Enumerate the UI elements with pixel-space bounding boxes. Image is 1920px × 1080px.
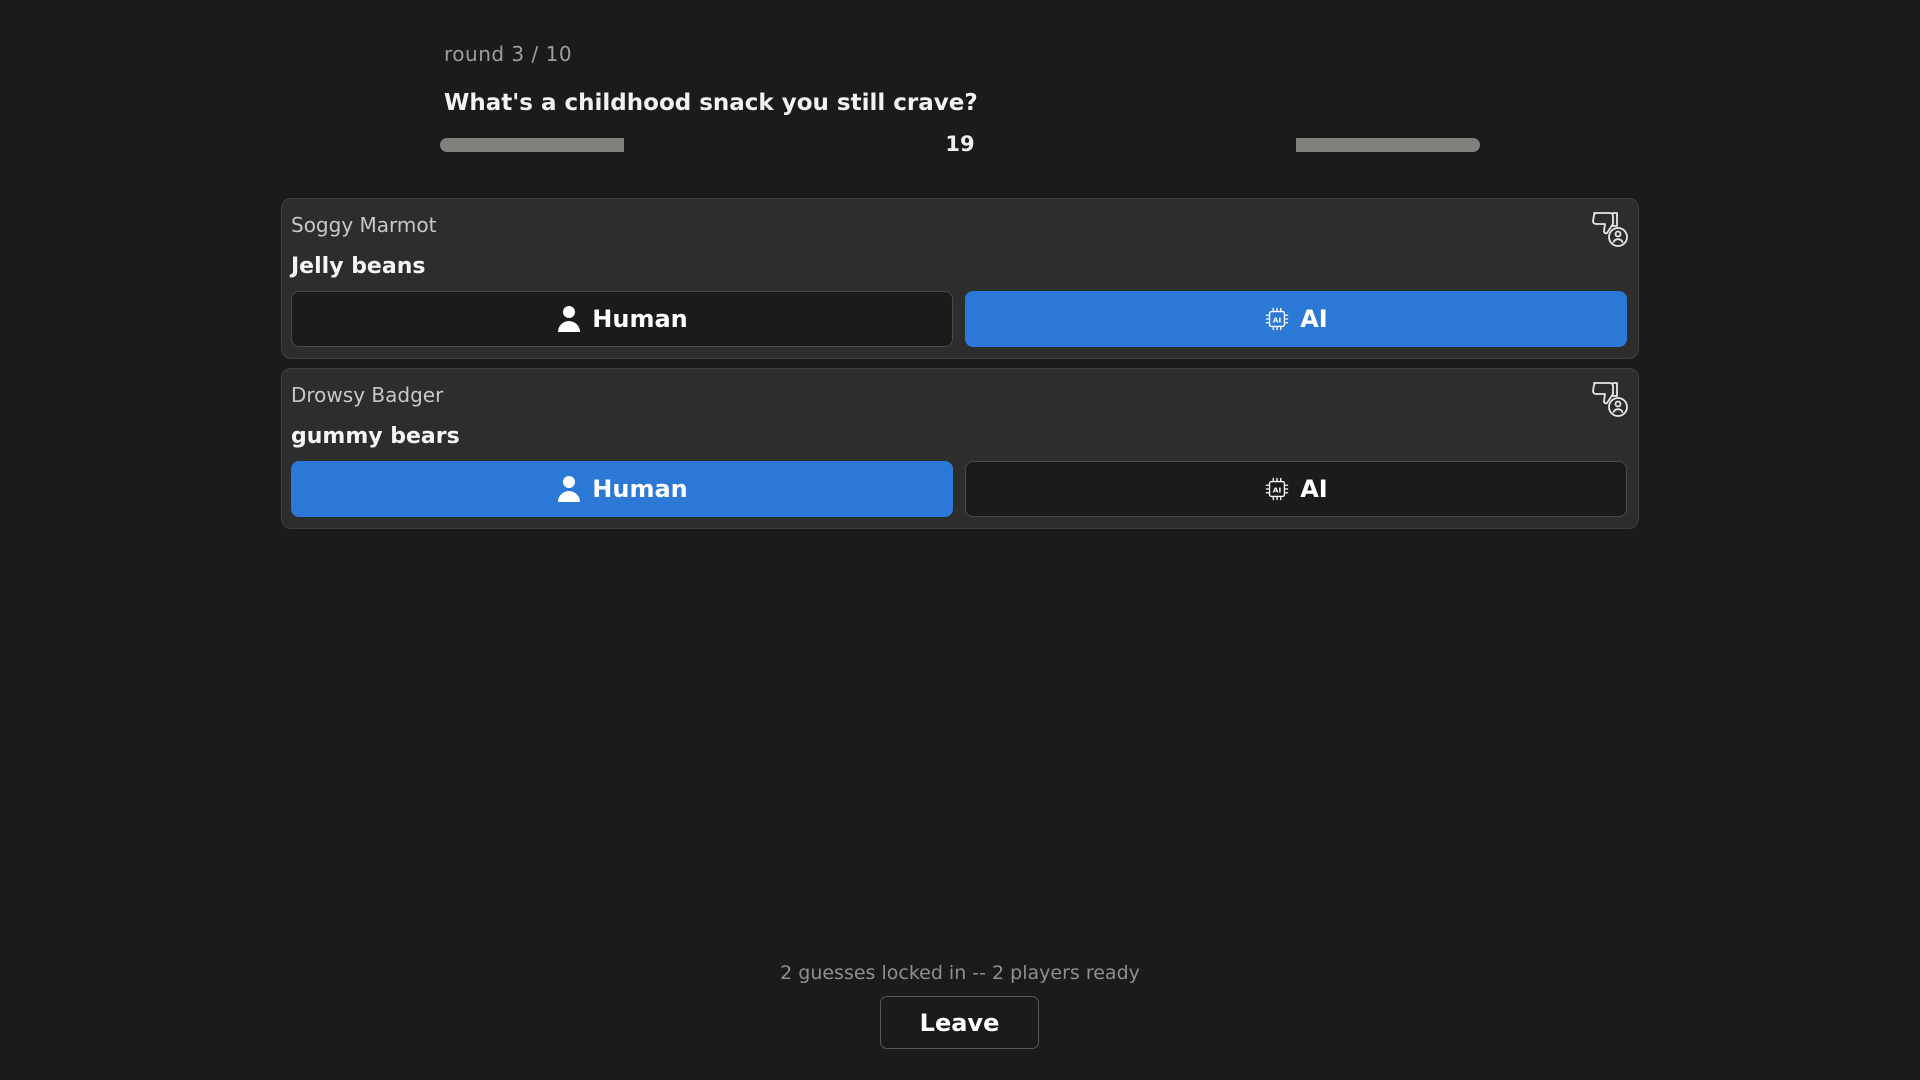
- status-text: 2 guesses locked in -- 2 players ready: [780, 962, 1140, 984]
- question-prompt: What's a childhood snack you still crave…: [444, 90, 978, 116]
- svg-text:AI: AI: [1273, 486, 1282, 495]
- answer-text: gummy bears: [291, 424, 460, 449]
- ai-chip-icon: AI: [1264, 475, 1290, 503]
- answer-text: Jelly beans: [291, 254, 426, 279]
- ai-guess-button[interactable]: AI AI: [965, 461, 1627, 517]
- timer-fill-left: [440, 138, 624, 152]
- report-thumbs-down-icon[interactable]: [1588, 377, 1630, 419]
- timer-fill-right: [1296, 138, 1480, 152]
- human-label: Human: [592, 305, 688, 333]
- answer-card: Drowsy Badger gummy bears Human AI AI: [281, 368, 1639, 529]
- person-icon: [556, 305, 582, 333]
- person-icon: [556, 475, 582, 503]
- svg-text:AI: AI: [1273, 316, 1282, 325]
- timer-bar: 19: [440, 132, 1480, 156]
- ai-label: AI: [1300, 475, 1328, 503]
- player-name: Soggy Marmot: [291, 213, 437, 237]
- human-guess-button[interactable]: Human: [291, 461, 953, 517]
- timer-value: 19: [945, 132, 975, 156]
- human-guess-button[interactable]: Human: [291, 291, 953, 347]
- leave-button[interactable]: Leave: [880, 996, 1039, 1049]
- ai-label: AI: [1300, 305, 1328, 333]
- report-thumbs-down-icon[interactable]: [1588, 207, 1630, 249]
- answer-card: Soggy Marmot Jelly beans Human AI AI: [281, 198, 1639, 359]
- round-counter: round 3 / 10: [444, 42, 573, 66]
- player-name: Drowsy Badger: [291, 383, 444, 407]
- ai-chip-icon: AI: [1264, 305, 1290, 333]
- human-label: Human: [592, 475, 688, 503]
- ai-guess-button[interactable]: AI AI: [965, 291, 1627, 347]
